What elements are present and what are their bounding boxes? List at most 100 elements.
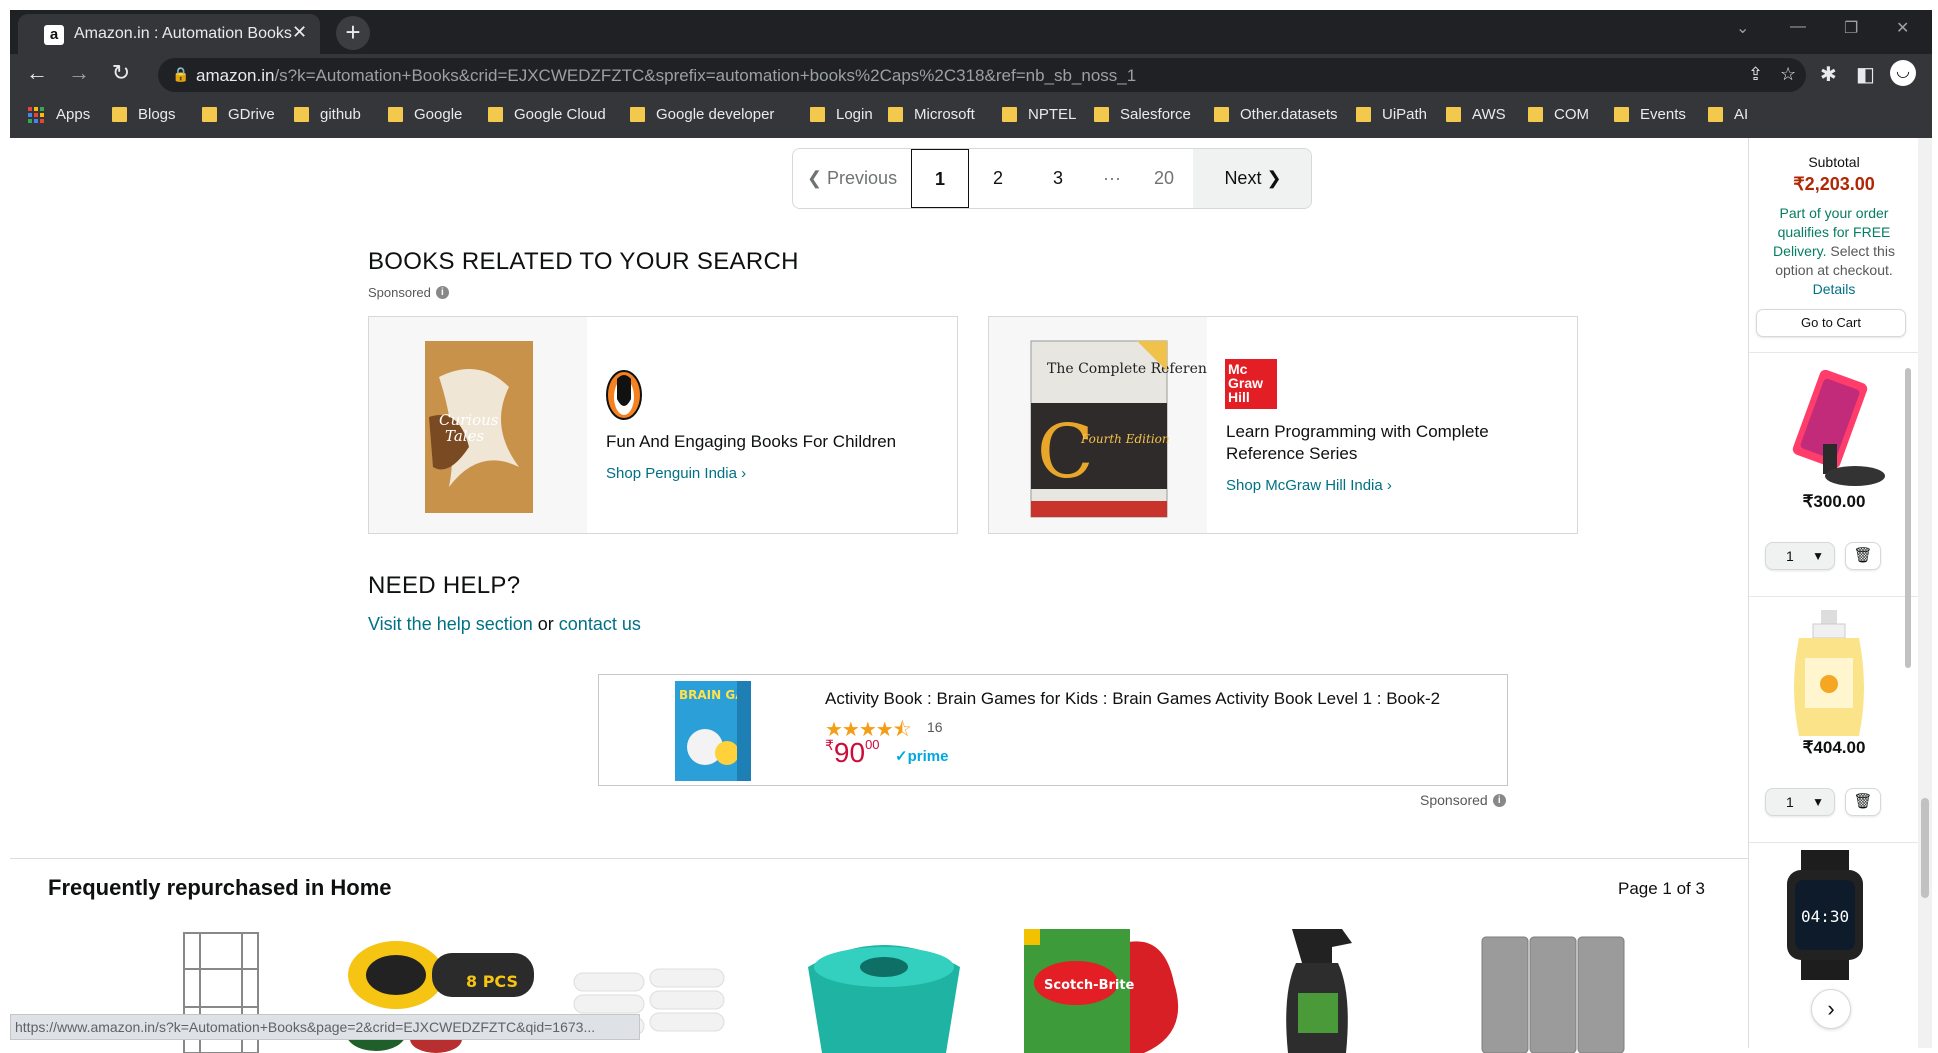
- curious-tales-cover-icon: Curious Tales: [425, 341, 533, 513]
- go-to-cart-button[interactable]: Go to Cart: [1756, 309, 1906, 337]
- bookmark-folder[interactable]: github: [294, 106, 361, 123]
- need-help-heading: NEED HELP?: [368, 572, 521, 599]
- bookmark-star-icon[interactable]: ☆: [1780, 64, 1796, 85]
- side-cart: Subtotal ₹2,203.00 Part of your order qu…: [1748, 138, 1919, 1048]
- details-link[interactable]: Details: [1813, 281, 1856, 297]
- bookmark-folder[interactable]: COM: [1528, 106, 1589, 123]
- bookmark-folder[interactable]: Other.datasets: [1214, 106, 1338, 123]
- bookmark-folder[interactable]: Google developer: [630, 106, 774, 123]
- bookmark-label: Google Cloud: [514, 106, 606, 123]
- phone-holder-thumbnail[interactable]: [1765, 364, 1895, 490]
- back-icon[interactable]: ←: [22, 60, 52, 86]
- info-icon[interactable]: i: [1492, 793, 1506, 807]
- sponsored-product-ad[interactable]: BRAIN GAMES Activity Book : Brain Games …: [598, 674, 1508, 786]
- pagination-page-current[interactable]: 1: [911, 149, 969, 208]
- next-label: Next: [1224, 168, 1262, 188]
- tab-search-icon[interactable]: ⌄: [1736, 18, 1749, 38]
- watch-time-text: 04:30: [1801, 907, 1849, 926]
- bookmark-folder[interactable]: Microsoft: [888, 106, 975, 123]
- bookmark-folder[interactable]: AI: [1708, 106, 1748, 123]
- page-scrollbar-thumb[interactable]: [1921, 798, 1929, 898]
- help-section-link[interactable]: Visit the help section: [368, 614, 533, 634]
- product-title[interactable]: Activity Book : Brain Games for Kids : B…: [825, 689, 1440, 709]
- url-text[interactable]: amazon.in/s?k=Automation+Books&crid=EJXC…: [196, 66, 1136, 86]
- bookmark-folder[interactable]: Salesforce: [1094, 106, 1191, 123]
- cart-scrollbar-thumb[interactable]: [1905, 368, 1911, 668]
- ad-headline[interactable]: Learn Programming with Complete Referenc…: [1226, 421, 1546, 465]
- pagination-page[interactable]: 20: [1135, 149, 1193, 208]
- quantity-select[interactable]: 1 ▼: [1765, 788, 1835, 816]
- bookmark-folder[interactable]: GDrive: [202, 106, 275, 123]
- pagination-previous[interactable]: ❮ Previous: [793, 149, 911, 208]
- pagination-ellipsis: ···: [1103, 168, 1121, 188]
- bookmark-folder[interactable]: NPTEL: [1002, 106, 1076, 123]
- bookmark-folder[interactable]: AWS: [1446, 106, 1506, 123]
- spray-bottle-thumbnail[interactable]: [1272, 923, 1368, 1053]
- bookmark-folder[interactable]: Events: [1614, 106, 1686, 123]
- extensions-icon[interactable]: ✱: [1820, 62, 1837, 87]
- pagination-page[interactable]: 2: [969, 149, 1027, 208]
- chopper-thumbnail[interactable]: [796, 923, 972, 1053]
- bookmark-folder[interactable]: Google: [388, 106, 462, 123]
- pagination-page[interactable]: 3: [1027, 149, 1089, 208]
- bookmark-folder[interactable]: Blogs: [112, 106, 176, 123]
- new-tab-button[interactable]: +: [336, 16, 370, 50]
- book-cover-image[interactable]: The Complete Reference C Fourth Edition: [989, 317, 1223, 533]
- bookmark-folder[interactable]: UiPath: [1356, 106, 1427, 123]
- subtotal-label: Subtotal: [1808, 154, 1860, 170]
- info-icon[interactable]: i: [435, 286, 449, 299]
- tab-active[interactable]: a Amazon.in : Automation Books ✕: [18, 14, 320, 54]
- lock-icon[interactable]: 🔒: [172, 66, 189, 83]
- shop-penguin-link[interactable]: Shop Penguin India ›: [606, 465, 746, 482]
- quantity-select[interactable]: 1 ▼: [1765, 542, 1835, 570]
- cart-next-button[interactable]: ›: [1811, 989, 1851, 1029]
- bookmark-folder[interactable]: Google Cloud: [488, 106, 606, 123]
- apps-grid-icon: [28, 106, 44, 123]
- folder-icon: [888, 107, 903, 122]
- cart-scrollbar[interactable]: [1904, 148, 1912, 1038]
- price-whole: 90: [833, 737, 866, 768]
- contact-us-link[interactable]: contact us: [559, 614, 641, 634]
- side-panel-icon[interactable]: ◧: [1856, 62, 1875, 87]
- restore-icon[interactable]: ❐: [1844, 18, 1858, 38]
- ad-headline[interactable]: Fun And Engaging Books For Children: [606, 431, 926, 453]
- window-close-icon[interactable]: ✕: [1896, 18, 1909, 38]
- review-count[interactable]: 16: [927, 719, 943, 735]
- bookmark-label: Salesforce: [1120, 106, 1191, 123]
- face-wash-thumbnail[interactable]: [1779, 608, 1879, 738]
- tab-close-icon[interactable]: ✕: [292, 22, 307, 43]
- address-bar[interactable]: 🔒 amazon.in/s?k=Automation+Books&crid=EJ…: [158, 58, 1806, 92]
- bookmark-label: UiPath: [1382, 106, 1428, 123]
- product-ad-sponsored[interactable]: Sponsored i: [1420, 792, 1506, 808]
- ad-card-penguin[interactable]: Curious Tales Fun And Engaging Books For…: [368, 316, 958, 534]
- sponsored-label: Sponsored: [368, 285, 431, 300]
- browser-toolbar: ← → ↻ 🔒 amazon.in/s?k=Automation+Books&c…: [10, 54, 1932, 96]
- carousel-page-indicator: Page 1 of 3: [1618, 879, 1705, 898]
- pagination-next[interactable]: Next ❯: [1193, 149, 1311, 208]
- bookmark-folder[interactable]: Login: [810, 106, 873, 123]
- delete-item-button[interactable]: 🗑: [1845, 788, 1881, 816]
- related-sponsored[interactable]: Sponsored i: [368, 285, 449, 300]
- folder-icon: [1356, 107, 1371, 122]
- minimize-icon[interactable]: —: [1790, 18, 1806, 36]
- scotch-brite-gloves-thumbnail[interactable]: Scotch-Brite: [1014, 923, 1194, 1053]
- reload-icon[interactable]: ↻: [106, 60, 136, 86]
- delete-item-button[interactable]: 🗑: [1845, 542, 1881, 570]
- page-scrollbar[interactable]: [1918, 138, 1932, 1048]
- smartwatch-thumbnail[interactable]: 04:30: [1771, 850, 1891, 980]
- ad-card-mcgraw[interactable]: The Complete Reference C Fourth Edition …: [988, 316, 1578, 534]
- shop-mcgraw-link[interactable]: Shop McGraw Hill India ›: [1226, 477, 1392, 494]
- brain-games-cover-icon: BRAIN GAMES: [675, 681, 751, 781]
- forward-icon[interactable]: →: [64, 60, 94, 86]
- bookmark-label: Google: [414, 106, 463, 123]
- book-edition-text: Fourth Edition: [1080, 432, 1170, 446]
- amazon-favicon-icon: a: [44, 25, 64, 45]
- bookmark-apps[interactable]: Apps: [28, 106, 90, 123]
- book-cover-image[interactable]: Curious Tales: [369, 317, 587, 533]
- folder-icon: [202, 107, 217, 122]
- bookmark-label: Events: [1640, 106, 1686, 123]
- share-icon[interactable]: ⇪: [1748, 64, 1763, 85]
- prime-badge: ✓prime: [895, 748, 949, 765]
- profile-avatar-icon[interactable]: ◡: [1890, 60, 1916, 86]
- pumice-blocks-thumbnail[interactable]: [1462, 923, 1642, 1053]
